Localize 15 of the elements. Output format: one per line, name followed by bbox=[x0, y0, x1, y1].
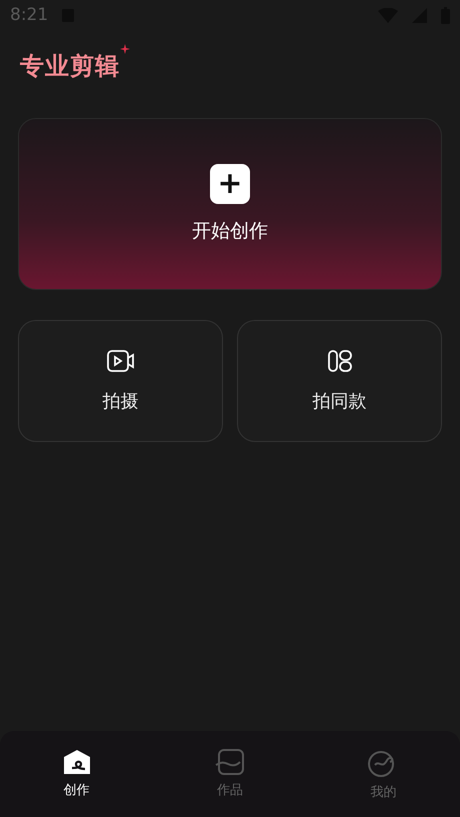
sparkle-icon bbox=[120, 44, 130, 54]
card-label: 开始创作 bbox=[192, 219, 268, 244]
card-label: 拍摄 bbox=[102, 390, 138, 413]
status-time: 8:21 bbox=[10, 5, 48, 25]
action-card[interactable]: 拍同款 bbox=[237, 320, 442, 442]
app-title: 专业剪辑 bbox=[20, 50, 120, 82]
plus-icon: + bbox=[210, 164, 250, 204]
layout-icon bbox=[326, 349, 352, 373]
action-card[interactable]: 拍摄 bbox=[18, 320, 223, 442]
home-icon bbox=[62, 749, 91, 775]
start-creation-card[interactable]: + 开始创作 bbox=[18, 118, 442, 290]
nav-tab[interactable]: 创作 bbox=[0, 731, 154, 817]
card-label: 拍同款 bbox=[312, 390, 366, 413]
video-camera-icon bbox=[106, 349, 136, 373]
wave-frame-icon bbox=[214, 749, 245, 775]
